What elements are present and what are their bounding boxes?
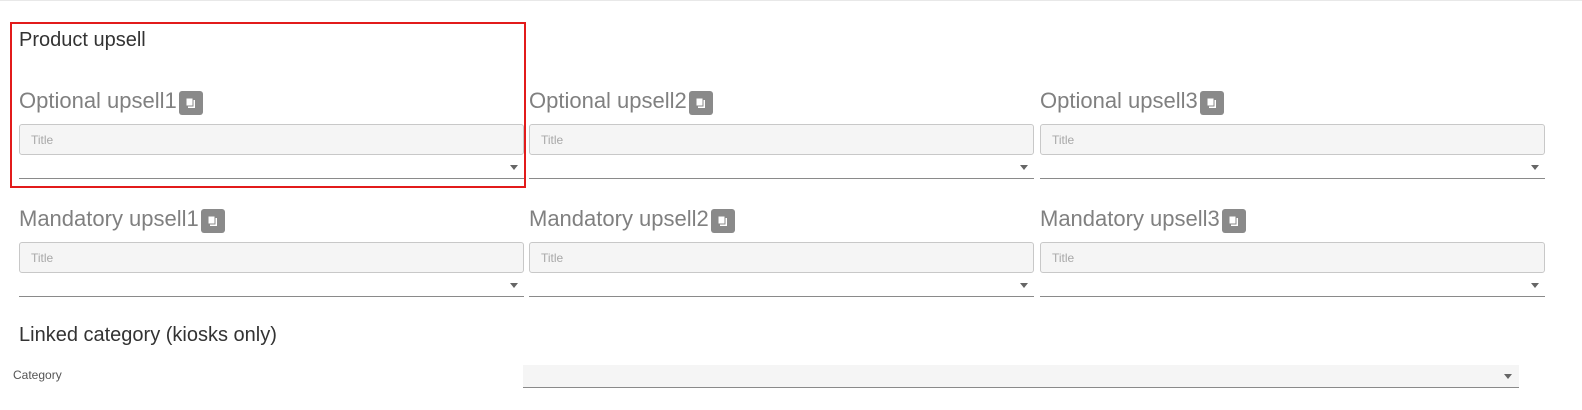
mandatory-upsell-1-select[interactable] [19,273,524,297]
optional-upsell-1-title-input[interactable] [19,124,524,155]
caret-down-icon [1020,165,1028,170]
optional-upsell-2: Optional upsell2 [529,86,1034,179]
caret-down-icon [510,165,518,170]
copy-icon[interactable] [688,91,713,115]
caret-down-icon [1020,283,1028,288]
optional-upsell-1-label: Optional upsell1 [19,88,177,113]
top-border [0,0,1582,1]
copy-icon[interactable] [1199,91,1224,115]
mandatory-upsell-1: Mandatory upsell1 [19,204,524,297]
optional-upsell-1-select[interactable] [19,155,524,179]
copy-icon[interactable] [200,209,225,233]
copy-icon[interactable] [1221,209,1246,233]
copy-icon[interactable] [178,91,203,115]
caret-down-icon [1531,283,1539,288]
mandatory-upsell-2-label: Mandatory upsell2 [529,206,709,231]
mandatory-upsell-1-title-input[interactable] [19,242,524,273]
category-label: Category [13,368,62,382]
caret-down-icon [1531,165,1539,170]
mandatory-upsell-2-select[interactable] [529,273,1034,297]
product-upsell-title: Product upsell [19,29,146,51]
mandatory-upsell-3-title-input[interactable] [1040,242,1545,273]
caret-down-icon [510,283,518,288]
optional-upsell-3-select[interactable] [1040,155,1545,179]
mandatory-upsell-3: Mandatory upsell3 [1040,204,1545,297]
optional-upsell-1: Optional upsell1 [19,86,524,179]
mandatory-upsell-1-label: Mandatory upsell1 [19,206,199,231]
copy-icon[interactable] [710,209,735,233]
category-select[interactable] [523,365,1519,388]
mandatory-upsell-3-label: Mandatory upsell3 [1040,206,1220,231]
optional-upsell-3-title-input[interactable] [1040,124,1545,155]
mandatory-upsell-2-title-input[interactable] [529,242,1034,273]
optional-upsell-3-label: Optional upsell3 [1040,88,1198,113]
optional-upsell-3: Optional upsell3 [1040,86,1545,179]
caret-down-icon [1504,374,1512,379]
optional-upsell-2-select[interactable] [529,155,1034,179]
mandatory-upsell-2: Mandatory upsell2 [529,204,1034,297]
optional-upsell-2-label: Optional upsell2 [529,88,687,113]
mandatory-upsell-3-select[interactable] [1040,273,1545,297]
optional-upsell-2-title-input[interactable] [529,124,1034,155]
linked-category-title: Linked category (kiosks only) [19,324,277,346]
